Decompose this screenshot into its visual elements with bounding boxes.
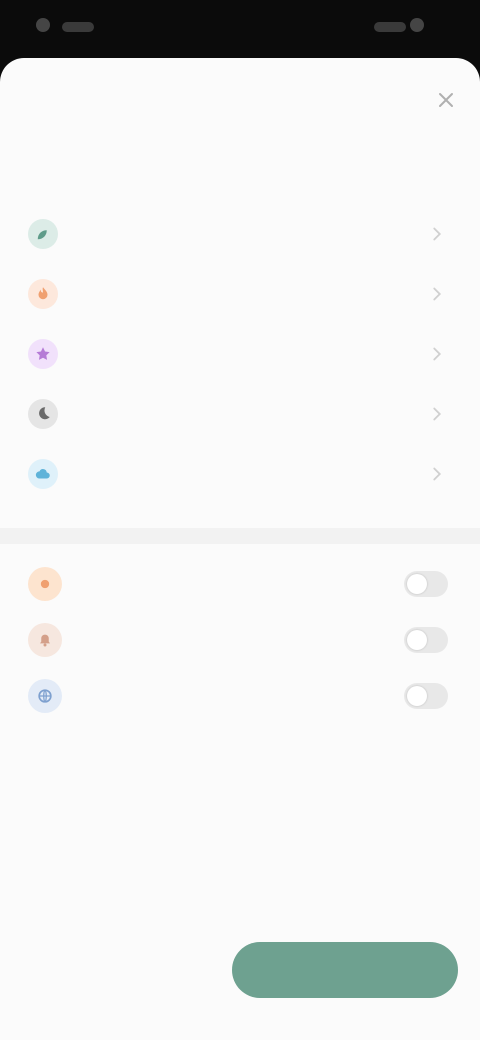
chevron-right-icon — [426, 343, 448, 365]
preference-toggle[interactable] — [404, 683, 448, 709]
flame-icon — [28, 279, 58, 309]
sun-icon — [28, 567, 62, 601]
preference-row[interactable] — [28, 670, 448, 722]
chevron-right-icon — [426, 283, 448, 305]
list-item[interactable] — [28, 212, 448, 256]
primary-button[interactable] — [232, 942, 458, 998]
signal-icon — [374, 22, 406, 32]
list-item[interactable] — [28, 452, 448, 496]
close-icon[interactable] — [434, 88, 458, 112]
list-item[interactable] — [28, 272, 448, 316]
star-icon — [28, 339, 58, 369]
moon-icon — [28, 399, 58, 429]
cloud-icon — [28, 459, 58, 489]
sheet-header — [0, 58, 480, 148]
bottom-sheet — [0, 58, 480, 1040]
preference-toggle[interactable] — [404, 627, 448, 653]
status-left — [36, 18, 106, 38]
preference-row[interactable] — [28, 614, 448, 666]
globe-icon — [28, 679, 62, 713]
battery-icon — [410, 18, 425, 32]
status-bar — [0, 0, 480, 58]
chevron-right-icon — [426, 223, 448, 245]
list-item[interactable] — [28, 392, 448, 436]
list-item[interactable] — [28, 332, 448, 376]
leaf-icon — [28, 219, 58, 249]
chevron-right-icon — [426, 403, 448, 425]
section-divider — [0, 528, 480, 544]
preference-toggle[interactable] — [404, 571, 448, 597]
preference-row[interactable] — [28, 558, 448, 610]
status-dot — [36, 18, 50, 32]
sheet-footer — [0, 930, 480, 1040]
chevron-right-icon — [426, 463, 448, 485]
status-pill — [62, 22, 95, 32]
description-block — [28, 760, 448, 786]
bell-icon — [28, 623, 62, 657]
status-right — [374, 18, 444, 38]
